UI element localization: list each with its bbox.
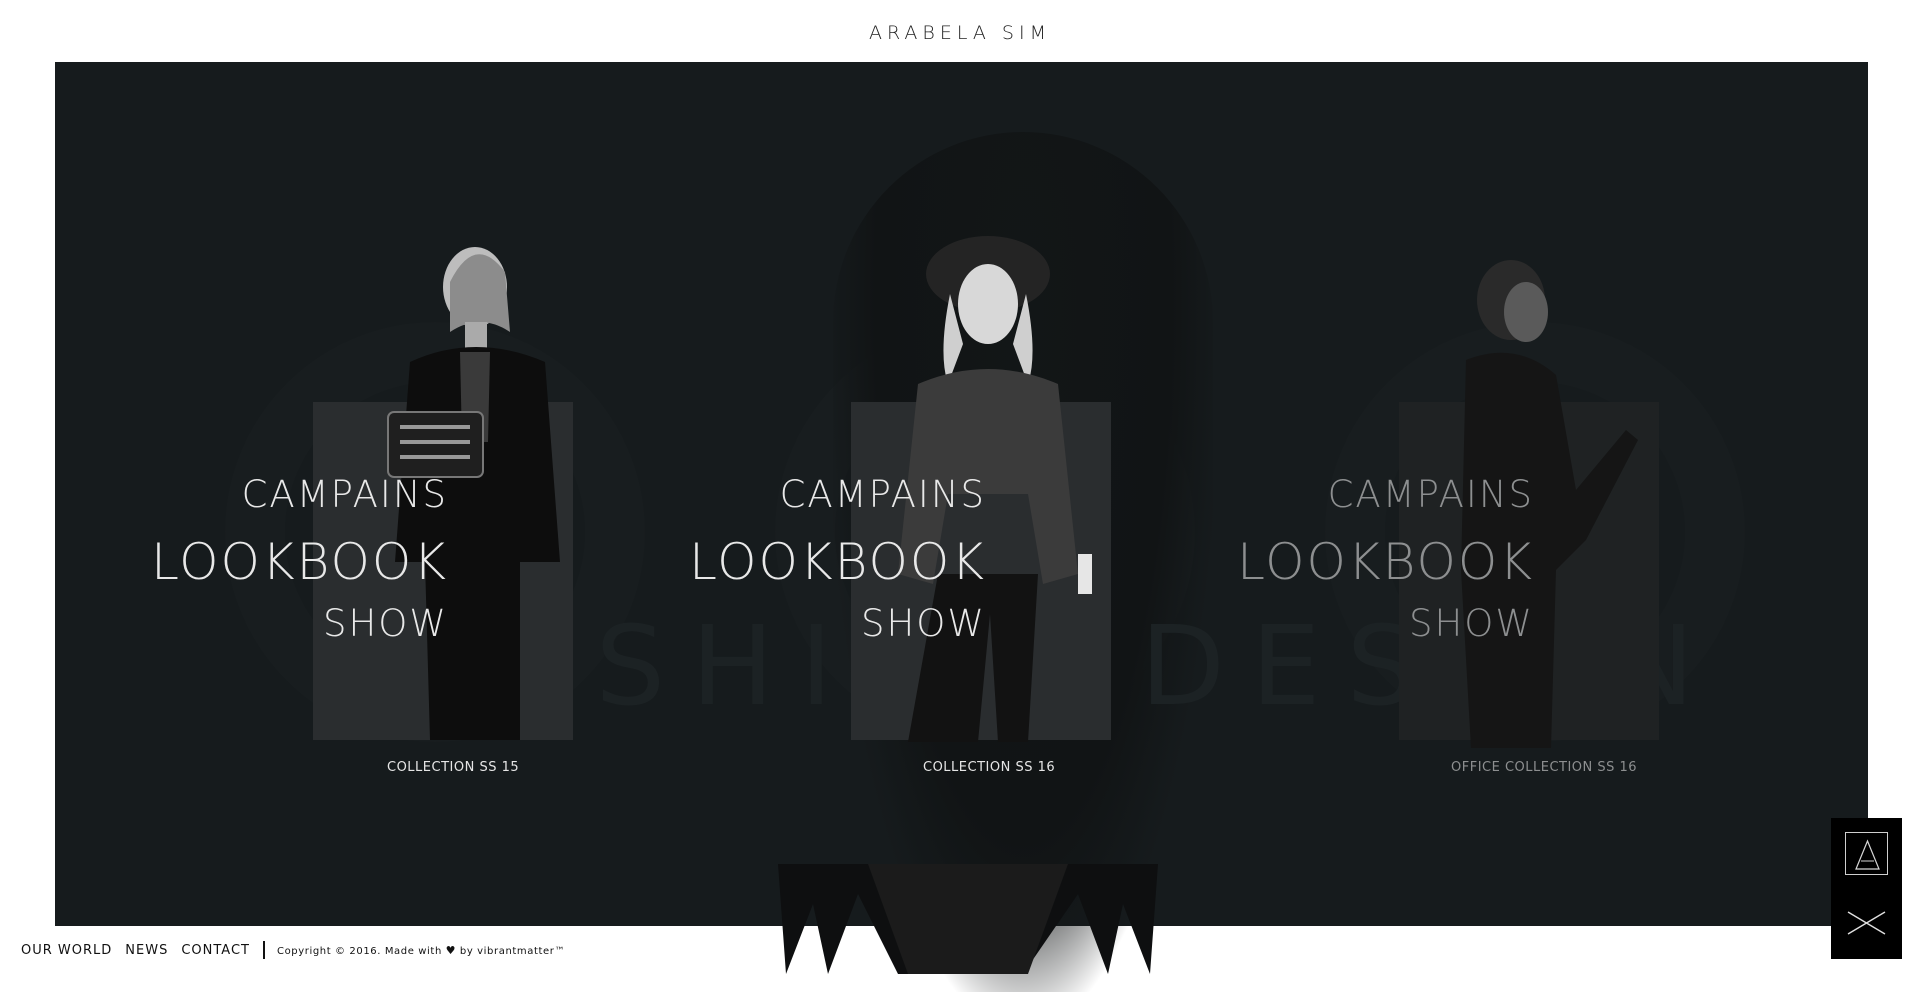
- logo-mark-icon[interactable]: [1845, 832, 1888, 875]
- collection-caption[interactable]: OFFICE COLLECTION SS 16: [1451, 760, 1637, 775]
- collection-menu: CAMPAINS LOOKBOOK SHOW: [151, 476, 448, 642]
- copyright-prefix: Copyright © 2016. Made with: [277, 945, 442, 957]
- menu-lookbook-link[interactable]: LOOKBOOK: [689, 537, 986, 587]
- collection-card-office-ss16: CAMPAINS LOOKBOOK SHOW OFFICE COLLECTION…: [1236, 62, 1796, 926]
- menu-lookbook-link[interactable]: LOOKBOOK: [1237, 537, 1534, 587]
- menu-lookbook-link[interactable]: LOOKBOOK: [151, 537, 448, 587]
- footer-divider: [263, 941, 265, 959]
- menu-show-link[interactable]: SHOW: [689, 605, 986, 642]
- collection-menu: CAMPAINS LOOKBOOK SHOW: [1237, 476, 1534, 642]
- footer-link-our-world[interactable]: OUR WORLD: [21, 943, 112, 958]
- brand-title[interactable]: ARABELA SIM: [0, 22, 1920, 44]
- menu-show-link[interactable]: SHOW: [151, 605, 448, 642]
- copyright-suffix[interactable]: by vibrantmatter™: [460, 946, 565, 957]
- collection-card-ss15: CAMPAINS LOOKBOOK SHOW COLLECTION SS 15: [150, 62, 710, 926]
- collection-card-ss16: CAMPAINS LOOKBOOK SHOW COLLECTION SS 16: [688, 62, 1248, 926]
- copyright-text: Copyright © 2016. Made with ♥ by vibrant…: [277, 944, 565, 957]
- hero-stage: FASHION DESIGN CAMPAINS LOOKBOOK SHOW CO…: [55, 62, 1868, 992]
- footer: OUR WORLD NEWS CONTACT Copyright © 2016.…: [21, 940, 565, 960]
- menu-campains-link[interactable]: CAMPAINS: [1237, 476, 1534, 513]
- footer-link-contact[interactable]: CONTACT: [181, 943, 250, 958]
- close-icon[interactable]: [1845, 908, 1888, 938]
- background-silhouette-skirt: [778, 864, 1158, 974]
- collection-caption[interactable]: COLLECTION SS 16: [923, 760, 1055, 775]
- menu-show-link[interactable]: SHOW: [1237, 605, 1534, 642]
- collection-caption[interactable]: COLLECTION SS 15: [387, 760, 519, 775]
- side-panel: [1831, 818, 1902, 959]
- menu-campains-link[interactable]: CAMPAINS: [689, 476, 986, 513]
- footer-link-news[interactable]: NEWS: [125, 943, 168, 958]
- heart-icon: ♥: [445, 943, 457, 957]
- collection-menu: CAMPAINS LOOKBOOK SHOW: [689, 476, 986, 642]
- menu-campains-link[interactable]: CAMPAINS: [151, 476, 448, 513]
